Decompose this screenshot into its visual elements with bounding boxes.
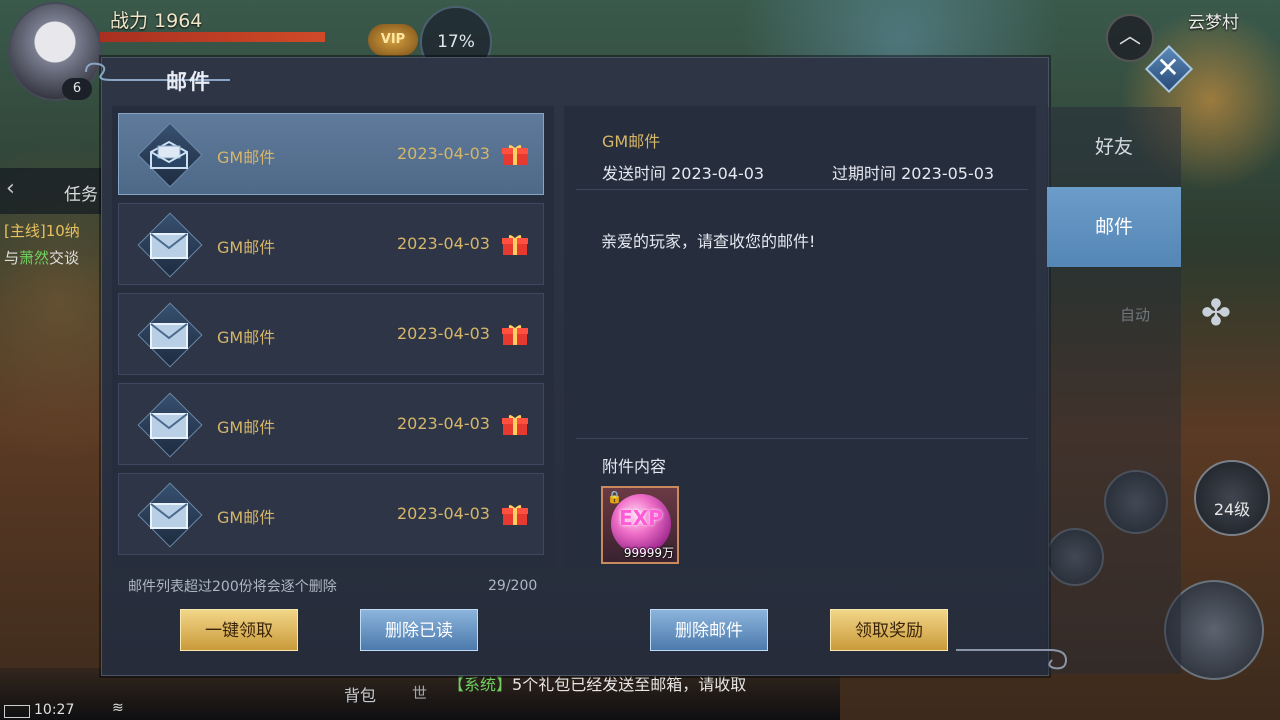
back-arrow-icon[interactable]: ‹ xyxy=(6,176,15,201)
task-label[interactable]: 任务 xyxy=(64,180,98,205)
attachment-item-slot[interactable]: EXP 🔒 99999万 xyxy=(601,486,679,564)
delete-read-button[interactable]: 删除已读 xyxy=(360,609,478,651)
mail-list-item[interactable]: GM邮件 2023-04-03 xyxy=(118,473,544,555)
detail-title: GM邮件 xyxy=(602,132,661,151)
divider xyxy=(576,438,1028,439)
send-time: 发送时间 2023-04-03 xyxy=(602,160,764,184)
tab-mail[interactable]: 邮件 xyxy=(1047,187,1181,267)
mail-date: 2023-04-03 xyxy=(397,504,490,523)
system-tag: 【系统】 xyxy=(448,675,513,694)
envelope-glyph xyxy=(150,413,188,439)
combat-power-label: 战力 xyxy=(110,10,149,32)
envelope-icon xyxy=(137,302,203,368)
quest-desc-prefix: 与 xyxy=(4,249,20,267)
expire-time-value: 2023-05-03 xyxy=(901,164,995,183)
gift-icon xyxy=(502,235,528,255)
quest-npc-name: 萧然 xyxy=(19,249,50,267)
wifi-icon: ≋ xyxy=(112,700,124,716)
mail-date: 2023-04-03 xyxy=(397,414,490,433)
side-tab-panel xyxy=(1047,267,1181,674)
claim-all-button[interactable]: 一键领取 xyxy=(180,609,298,651)
battery-icon xyxy=(4,705,30,718)
vip-badge[interactable]: VIP xyxy=(368,24,418,56)
expire-time: 过期时间 2023-05-03 xyxy=(832,160,994,184)
window-title: 邮件 xyxy=(166,70,212,94)
lock-icon: 🔒 xyxy=(607,490,622,504)
location-name: 云梦村 xyxy=(1188,13,1239,33)
mail-date: 2023-04-03 xyxy=(397,144,490,163)
clock: 10:27 xyxy=(34,702,75,718)
hp-bar xyxy=(100,32,325,42)
mail-sender: GM邮件 xyxy=(217,418,276,437)
divider xyxy=(576,189,1028,190)
mail-list-item[interactable]: GM邮件 2023-04-03 xyxy=(118,293,544,375)
claim-reward-button[interactable]: 领取奖励 xyxy=(830,609,948,651)
envelope-icon xyxy=(137,392,203,458)
mail-sender: GM邮件 xyxy=(217,508,276,527)
exp-text: EXP xyxy=(619,506,663,530)
level-24-badge[interactable]: 24级 xyxy=(1194,460,1270,536)
quest-desc-suffix: 交谈 xyxy=(49,249,80,267)
world-channel-label[interactable]: 世 xyxy=(412,682,427,703)
attachment-quantity: 99999万 xyxy=(623,546,674,560)
combat-power: 战力 1964 xyxy=(110,6,202,33)
mail-list-item[interactable]: GM邮件 2023-04-03 xyxy=(118,113,544,195)
gift-icon xyxy=(502,145,528,165)
mail-sender: GM邮件 xyxy=(217,238,276,257)
envelope-glyph xyxy=(150,503,188,529)
close-button[interactable]: ✕ xyxy=(1144,44,1194,94)
gift-icon xyxy=(502,415,528,435)
mail-count: 29/200 xyxy=(488,578,538,594)
delete-mail-button[interactable]: 删除邮件 xyxy=(650,609,768,651)
close-icon: ✕ xyxy=(1156,51,1180,84)
main-quest-desc[interactable]: 与萧然交谈 xyxy=(4,247,79,268)
attachments-label: 附件内容 xyxy=(602,457,667,476)
open-envelope-glyph xyxy=(150,140,188,169)
mail-sender: GM邮件 xyxy=(217,148,276,167)
bag-button[interactable]: 背包 xyxy=(344,682,376,706)
envelope-icon xyxy=(137,482,203,548)
mail-date: 2023-04-03 xyxy=(397,234,490,253)
envelope-glyph xyxy=(150,323,188,349)
mail-sender: GM邮件 xyxy=(217,328,276,347)
mail-date: 2023-04-03 xyxy=(397,324,490,343)
pinwheel-icon[interactable]: ✤ xyxy=(1196,294,1236,334)
open-envelope-icon xyxy=(137,122,203,188)
corner-swirl-decoration xyxy=(956,649,1068,670)
gift-icon xyxy=(502,505,528,525)
mail-list-item[interactable]: GM邮件 2023-04-03 xyxy=(118,383,544,465)
send-time-label: 发送时间 xyxy=(602,164,667,183)
gift-icon xyxy=(502,325,528,345)
send-time-value: 2023-04-03 xyxy=(671,164,765,183)
mail-list-item[interactable]: GM邮件 2023-04-03 xyxy=(118,203,544,285)
system-message[interactable]: 【系统】5个礼包已经发送至邮箱，请收取 xyxy=(448,674,788,695)
envelope-icon xyxy=(137,212,203,278)
expire-time-label: 过期时间 xyxy=(832,164,897,183)
system-message-text: 5个礼包已经发送至邮箱，请收取 xyxy=(512,675,747,694)
mail-limit-tip: 邮件列表超过200份将会逐个删除 xyxy=(128,579,337,595)
combat-power-value: 1964 xyxy=(154,10,203,32)
tab-friends[interactable]: 好友 xyxy=(1047,107,1181,187)
main-quest-title[interactable]: [主线]10纳 xyxy=(4,220,80,241)
mail-body: 亲爱的玩家，请查收您的邮件! xyxy=(601,232,816,251)
envelope-glyph xyxy=(150,233,188,259)
